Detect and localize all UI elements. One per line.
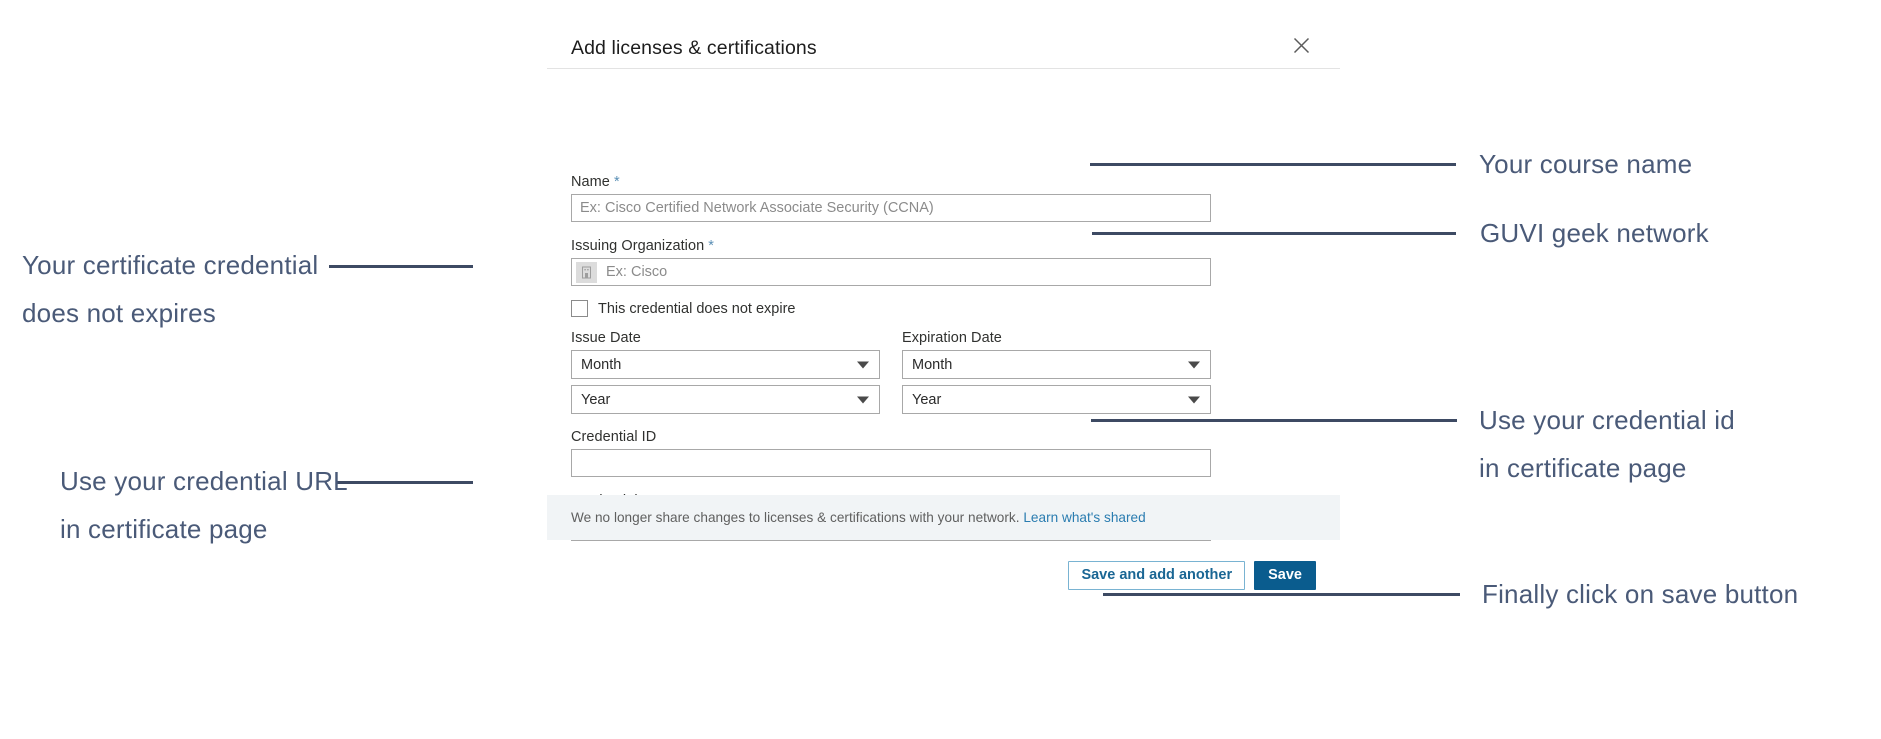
issuing-organization-label: Issuing Organization * <box>571 238 1211 254</box>
name-input[interactable] <box>571 194 1211 222</box>
annotation-course-name: Your course name <box>1479 149 1693 179</box>
chevron-down-icon <box>1188 396 1200 403</box>
issue-date-group: Issue Date Month Year <box>571 330 880 414</box>
expiration-date-year-value: Year <box>912 391 942 408</box>
name-required-marker: * <box>613 174 620 190</box>
annotation-line-course-name <box>1090 163 1456 166</box>
save-and-add-another-button[interactable]: Save and add another <box>1068 560 1246 590</box>
sharing-notice-message: We no longer share changes to licenses &… <box>571 510 1020 525</box>
expiration-date-month-value: Month <box>912 356 953 373</box>
modal-title: Add licenses & certifications <box>571 37 817 59</box>
sharing-notice-bar: We no longer share changes to licenses &… <box>547 495 1340 540</box>
issuing-organization-required-marker: * <box>708 238 714 254</box>
annotation-credential-id-line2: in certificate page <box>1479 453 1687 483</box>
dates-section: Issue Date Month Year Expiration Date Mo… <box>571 330 1211 414</box>
modal-footer: Save and add another Save <box>547 545 1340 605</box>
annotation-credential-url-line1: Use your credential URL <box>60 466 348 496</box>
no-expire-checkbox-row[interactable]: This credential does not expire <box>571 300 1211 317</box>
chevron-down-icon <box>1188 361 1200 368</box>
issue-date-year-select[interactable]: Year <box>571 385 880 414</box>
name-label: Name * <box>571 174 1211 190</box>
close-button[interactable] <box>1286 30 1316 60</box>
annotation-credential-url-line2: in certificate page <box>60 514 268 544</box>
issue-date-month-value: Month <box>581 356 622 373</box>
annotation-line-save-button <box>1103 593 1460 596</box>
close-icon <box>1292 36 1311 55</box>
issue-date-month-select[interactable]: Month <box>571 350 880 379</box>
annotation-guvi-network: GUVI geek network <box>1480 218 1709 248</box>
credential-id-field-group: Credential ID <box>571 429 1211 477</box>
issuing-organization-field-group: Issuing Organization * <box>571 238 1211 286</box>
save-button[interactable]: Save <box>1254 560 1316 590</box>
annotation-no-expire-line2: does not expires <box>22 298 216 328</box>
annotation-credential-id-line1: Use your credential id <box>1479 405 1735 435</box>
expiration-date-group: Expiration Date Month Year <box>902 330 1211 414</box>
issuing-organization-label-text: Issuing Organization <box>571 238 705 254</box>
name-label-text: Name <box>571 174 610 190</box>
chevron-down-icon <box>857 361 869 368</box>
expiration-date-month-select[interactable]: Month <box>902 350 1211 379</box>
issue-date-label: Issue Date <box>571 330 641 346</box>
annotation-line-credential-url <box>337 481 473 484</box>
annotation-credential-id: Use your credential id in certificate pa… <box>1479 396 1735 492</box>
credential-id-label: Credential ID <box>571 429 657 445</box>
add-license-modal: Add licenses & certifications Name * Iss… <box>547 0 1340 656</box>
name-field-group: Name * <box>571 174 1211 222</box>
sharing-notice-text: We no longer share changes to licenses &… <box>547 510 1146 525</box>
no-expire-checkbox[interactable] <box>571 300 588 317</box>
expiration-date-label: Expiration Date <box>902 330 1002 346</box>
annotation-no-expire: Your certificate credential does not exp… <box>22 241 318 337</box>
modal-header: Add licenses & certifications <box>547 0 1340 69</box>
issuing-organization-input-wrapper <box>571 258 1211 286</box>
annotation-line-no-expire <box>329 265 473 268</box>
learn-what-is-shared-link[interactable]: Learn what's shared <box>1023 510 1145 525</box>
annotation-credential-url: Use your credential URL in certificate p… <box>60 457 348 553</box>
annotation-line-guvi-network <box>1092 232 1456 235</box>
no-expire-checkbox-label[interactable]: This credential does not expire <box>598 301 795 317</box>
annotation-save-button: Finally click on save button <box>1482 579 1799 609</box>
expiration-date-year-select[interactable]: Year <box>902 385 1211 414</box>
annotation-no-expire-line1: Your certificate credential <box>22 250 319 280</box>
credential-id-input[interactable] <box>571 449 1211 477</box>
annotation-line-credential-id <box>1091 419 1457 422</box>
issuing-organization-input[interactable] <box>571 258 1211 286</box>
chevron-down-icon <box>857 396 869 403</box>
issue-date-year-value: Year <box>581 391 611 408</box>
